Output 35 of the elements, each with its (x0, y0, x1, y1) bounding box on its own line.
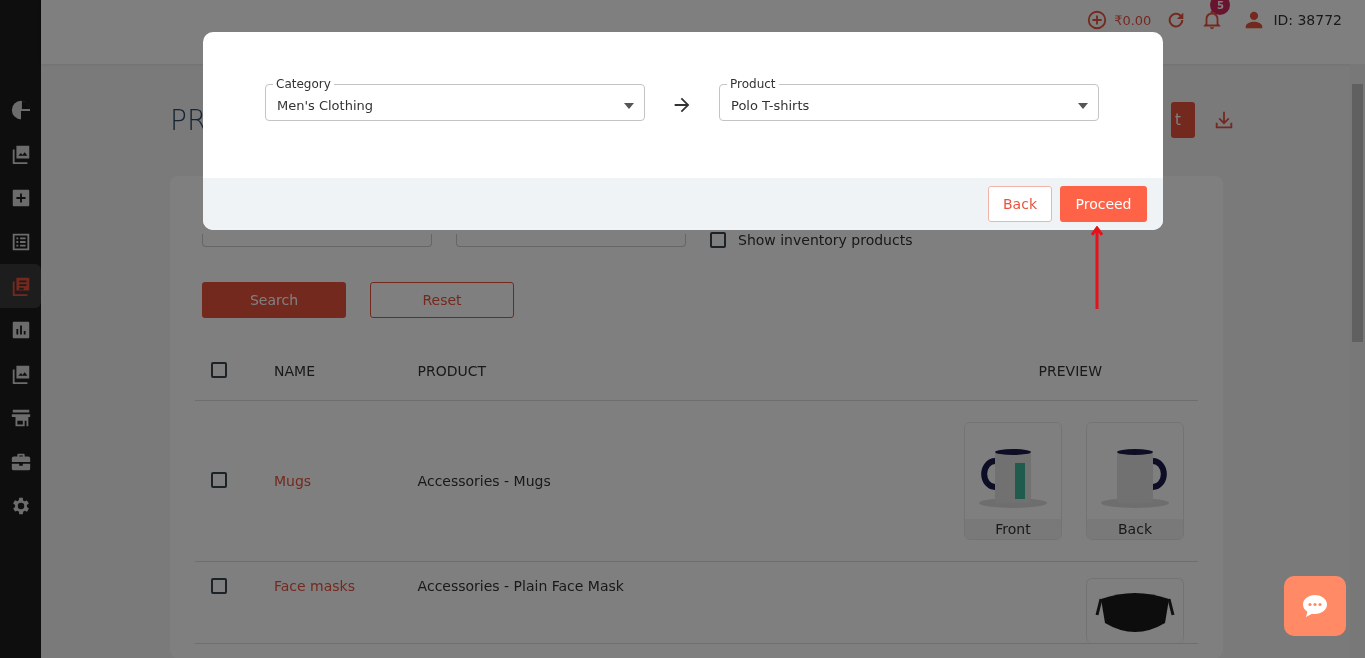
row-checkbox[interactable] (211, 578, 227, 594)
caret-icon (1078, 102, 1088, 109)
preview-label: Front (965, 519, 1061, 539)
column-header: PRODUCT (417, 363, 487, 379)
checkbox[interactable] (710, 232, 726, 248)
download-icon[interactable] (1213, 109, 1235, 131)
filter-field[interactable] (202, 233, 432, 247)
select-all-checkbox[interactable] (211, 361, 227, 378)
notification-badge: 5 (1210, 0, 1231, 15)
product-name-link[interactable]: Mugs (274, 473, 312, 489)
briefcase-icon (9, 451, 32, 473)
row-checkbox[interactable] (211, 471, 227, 488)
header-button[interactable]: t (1171, 102, 1195, 138)
page-title: PR (170, 103, 207, 137)
reset-button[interactable]: Reset (370, 282, 514, 318)
table-cell: Accessories - Mugs (417, 473, 551, 489)
table-cell: Accessories - Plain Face Mask (417, 578, 624, 594)
product-dropdown[interactable]: Product Polo T-shirts (719, 77, 1099, 121)
column-header: PREVIEW (1038, 363, 1102, 379)
proceed-button[interactable]: Proceed (1060, 186, 1147, 222)
search-button[interactable]: Search (202, 282, 346, 318)
category-dropdown[interactable]: Category Men's Clothing (265, 77, 645, 121)
chat-bubble-icon (1302, 594, 1328, 618)
user-id: ID: 38772 (1273, 12, 1342, 28)
caret-icon (624, 102, 634, 109)
pie-chart-icon (9, 99, 32, 121)
back-button[interactable]: Back (988, 186, 1052, 222)
chat-button[interactable] (1284, 576, 1346, 636)
column-header: NAME (274, 363, 315, 379)
filter-field[interactable] (456, 233, 686, 247)
product-name-link[interactable]: Face masks (274, 578, 356, 594)
balance-text: ₹0.00 (1114, 12, 1152, 28)
store-icon (9, 407, 32, 429)
preview-label: Back (1087, 519, 1183, 539)
checkbox-label: Show inventory products (738, 232, 913, 248)
